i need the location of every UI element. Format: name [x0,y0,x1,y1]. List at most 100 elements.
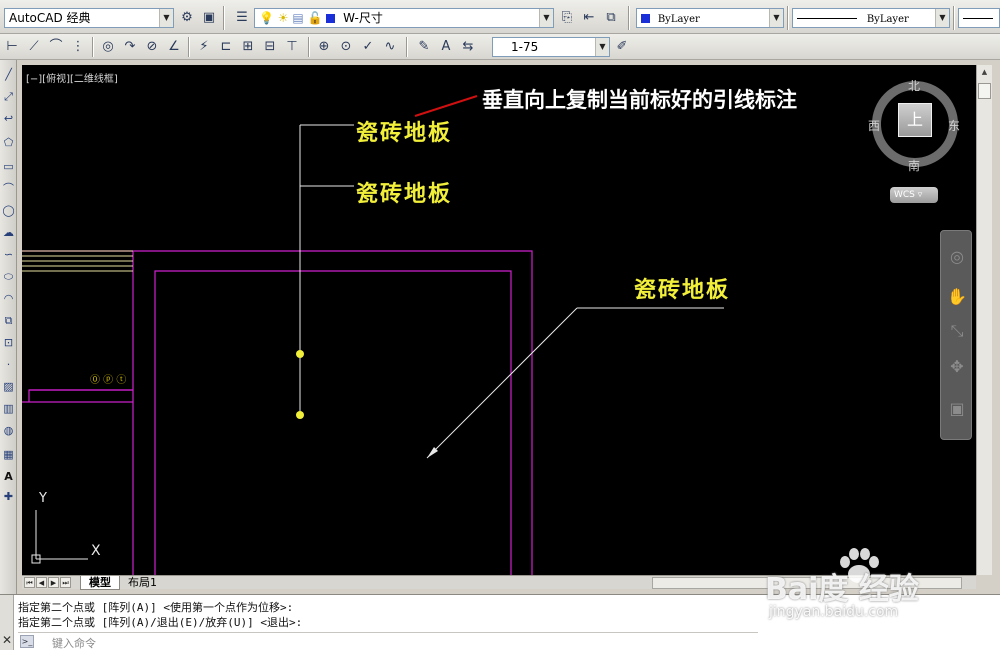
aligned-dimension-icon[interactable]: ⟋ [24,37,44,57]
leader-text-copy-2[interactable]: 瓷砖地板 [356,176,452,208]
layout-tab-bar: ⏮ ◀ ▶ ⏭ 模型 布局1 [22,575,976,590]
zoom-extents-icon[interactable]: ⤡ [945,319,969,343]
ordinate-dimension-icon[interactable]: ⋮ [68,37,88,57]
tab-model[interactable]: 模型 [80,576,120,590]
radius-dimension-icon[interactable]: ◎ [98,37,118,57]
last-tab-icon[interactable]: ⏭ [60,577,71,588]
layer-dropdown[interactable]: 💡 ☀ ▤ 🔓 W-尺寸 ▼ [254,8,554,28]
spline-icon[interactable]: ∽ [1,246,16,264]
steering-wheel-icon[interactable]: ◎ [945,245,969,269]
toolbar-standard: AutoCAD 经典 ▼ ⚙ ▣ ☰ 💡 ☀ ▤ 🔓 W-尺寸 ▼ ⎘ ⇤ ⧉ … [0,0,1000,34]
next-tab-icon[interactable]: ▶ [48,577,59,588]
dimension-update-icon[interactable]: ⇆ [458,37,478,57]
workspace-dropdown[interactable]: AutoCAD 经典 ▼ [4,8,174,28]
baseline-dimension-icon[interactable]: ⊏ [216,37,236,57]
tolerance-icon[interactable]: ⊕ [314,37,334,57]
insert-block-icon[interactable]: ⧉ [1,312,16,330]
jogged-linear-icon[interactable]: ∿ [380,37,400,57]
ellipse-icon[interactable]: ⬭ [1,268,16,286]
viewcube-face[interactable]: 上 [898,103,932,137]
polygon-icon[interactable]: ⬠ [1,134,16,152]
door-symbols: ⓪ ⓟ ⓣ [90,375,127,386]
layer-state-icon[interactable]: ⧉ [601,8,621,28]
toolbar-divider [787,6,789,30]
point-icon[interactable]: · [1,356,16,374]
compass-east[interactable]: 东 [948,117,960,134]
dimension-edit-icon[interactable]: ✎ [414,37,434,57]
command-input[interactable]: >_ 键入命令 [18,632,758,650]
gradient-icon[interactable]: ▥ [1,400,16,418]
circle-icon[interactable]: ◯ [1,202,16,220]
arc-icon[interactable]: ⌒ [1,180,16,198]
grip-point[interactable] [296,350,304,358]
revision-cloud-icon[interactable]: ☁ [1,224,16,242]
make-block-icon[interactable]: ⊡ [1,334,16,352]
polyline-icon[interactable]: ↩ [1,110,16,128]
toolbar-divider [953,6,955,30]
chevron-down-icon: ▼ [539,9,553,27]
freeze-icon: ▤ [292,11,304,25]
chevron-down-icon: ▼ [159,9,173,27]
color-dropdown[interactable]: ByLayer ▼ [636,8,784,28]
leader-text-copy-1[interactable]: 瓷砖地板 [356,115,452,147]
ellipse-arc-icon[interactable]: ◠ [1,290,16,308]
quick-dimension-icon[interactable]: ⚡ [194,37,214,57]
vertical-scrollbar[interactable]: ▲ [976,65,992,575]
scroll-up-icon[interactable]: ▲ [977,65,992,79]
dimension-space-icon[interactable]: ⊟ [260,37,280,57]
dimension-break-icon[interactable]: ⊤ [282,37,302,57]
showmotion-icon[interactable]: ▣ [945,397,969,421]
command-prompt-icon[interactable]: >_ [20,635,34,648]
drawing-canvas[interactable]: [−][俯视][二维线框] 垂直向上复制当前标好的引线标注 瓷砖地板 瓷砖地板 … [22,65,976,575]
layer-manager-icon[interactable]: ☰ [232,8,252,28]
compass-north[interactable]: 北 [908,77,920,94]
dimension-style-dropdown[interactable]: 1-75 ▼ [492,37,610,57]
region-icon[interactable]: ◍ [1,422,16,440]
lineweight-dropdown[interactable] [958,8,1000,28]
multiline-text-icon[interactable]: A [1,468,16,486]
construction-line-icon[interactable]: ⤢ [1,88,16,106]
lineweight-sample [963,18,993,19]
horizontal-scrollbar[interactable] [652,577,962,589]
grip-point[interactable] [296,411,304,419]
jogged-dimension-icon[interactable]: ↷ [120,37,140,57]
table-icon[interactable]: ▦ [1,446,16,464]
dimension-style-icon[interactable]: ✐ [612,37,632,57]
viewport-label[interactable]: [−][俯视][二维线框] [26,70,118,85]
orbit-icon[interactable]: ✥ [945,355,969,379]
line-icon[interactable]: ╱ [1,66,16,84]
rectangle-icon[interactable]: ▭ [1,158,16,176]
tab-layout1[interactable]: 布局1 [120,576,165,590]
linetype-dropdown[interactable]: ByLayer ▼ [792,8,950,28]
add-selected-icon[interactable]: ✚ [1,488,16,506]
stair-lines [22,250,133,272]
first-tab-icon[interactable]: ⏮ [24,577,35,588]
original-leader [426,307,724,459]
arc-length-icon[interactable]: ⌒ [46,37,66,57]
leader-text-original[interactable]: 瓷砖地板 [634,272,730,304]
command-window-grip[interactable]: ✕ [0,595,14,650]
linear-dimension-icon[interactable]: ⊢ [2,37,22,57]
diameter-dimension-icon[interactable]: ⊘ [142,37,162,57]
compass-south[interactable]: 南 [908,157,920,174]
lock-icon: 🔓 [307,11,323,25]
wcs-menu[interactable]: WCS ▿ [890,187,938,203]
close-icon[interactable]: ✕ [1,633,13,647]
toolbar-divider [406,37,408,57]
layer-previous-icon[interactable]: ⇤ [579,8,599,28]
hatch-icon[interactable]: ▨ [1,378,16,396]
inspection-icon[interactable]: ✓ [358,37,378,57]
compass-west[interactable]: 西 [868,117,880,134]
prev-tab-icon[interactable]: ◀ [36,577,47,588]
gear-icon[interactable]: ⚙ [177,8,197,28]
angular-dimension-icon[interactable]: ∠ [164,37,184,57]
scroll-thumb[interactable] [978,83,991,99]
command-history-line: 指定第二个点或 [阵列(A)/退出(E)/放弃(U)] <退出>: [18,616,303,629]
make-current-layer-icon[interactable]: ⎘ [557,8,577,28]
color-swatch [641,14,650,23]
center-mark-icon[interactable]: ⊙ [336,37,356,57]
pan-hand-icon[interactable]: ✋ [945,285,969,309]
dimension-text-edit-icon[interactable]: A [436,37,456,57]
workspace-settings-icon[interactable]: ▣ [199,8,219,28]
continue-dimension-icon[interactable]: ⊞ [238,37,258,57]
